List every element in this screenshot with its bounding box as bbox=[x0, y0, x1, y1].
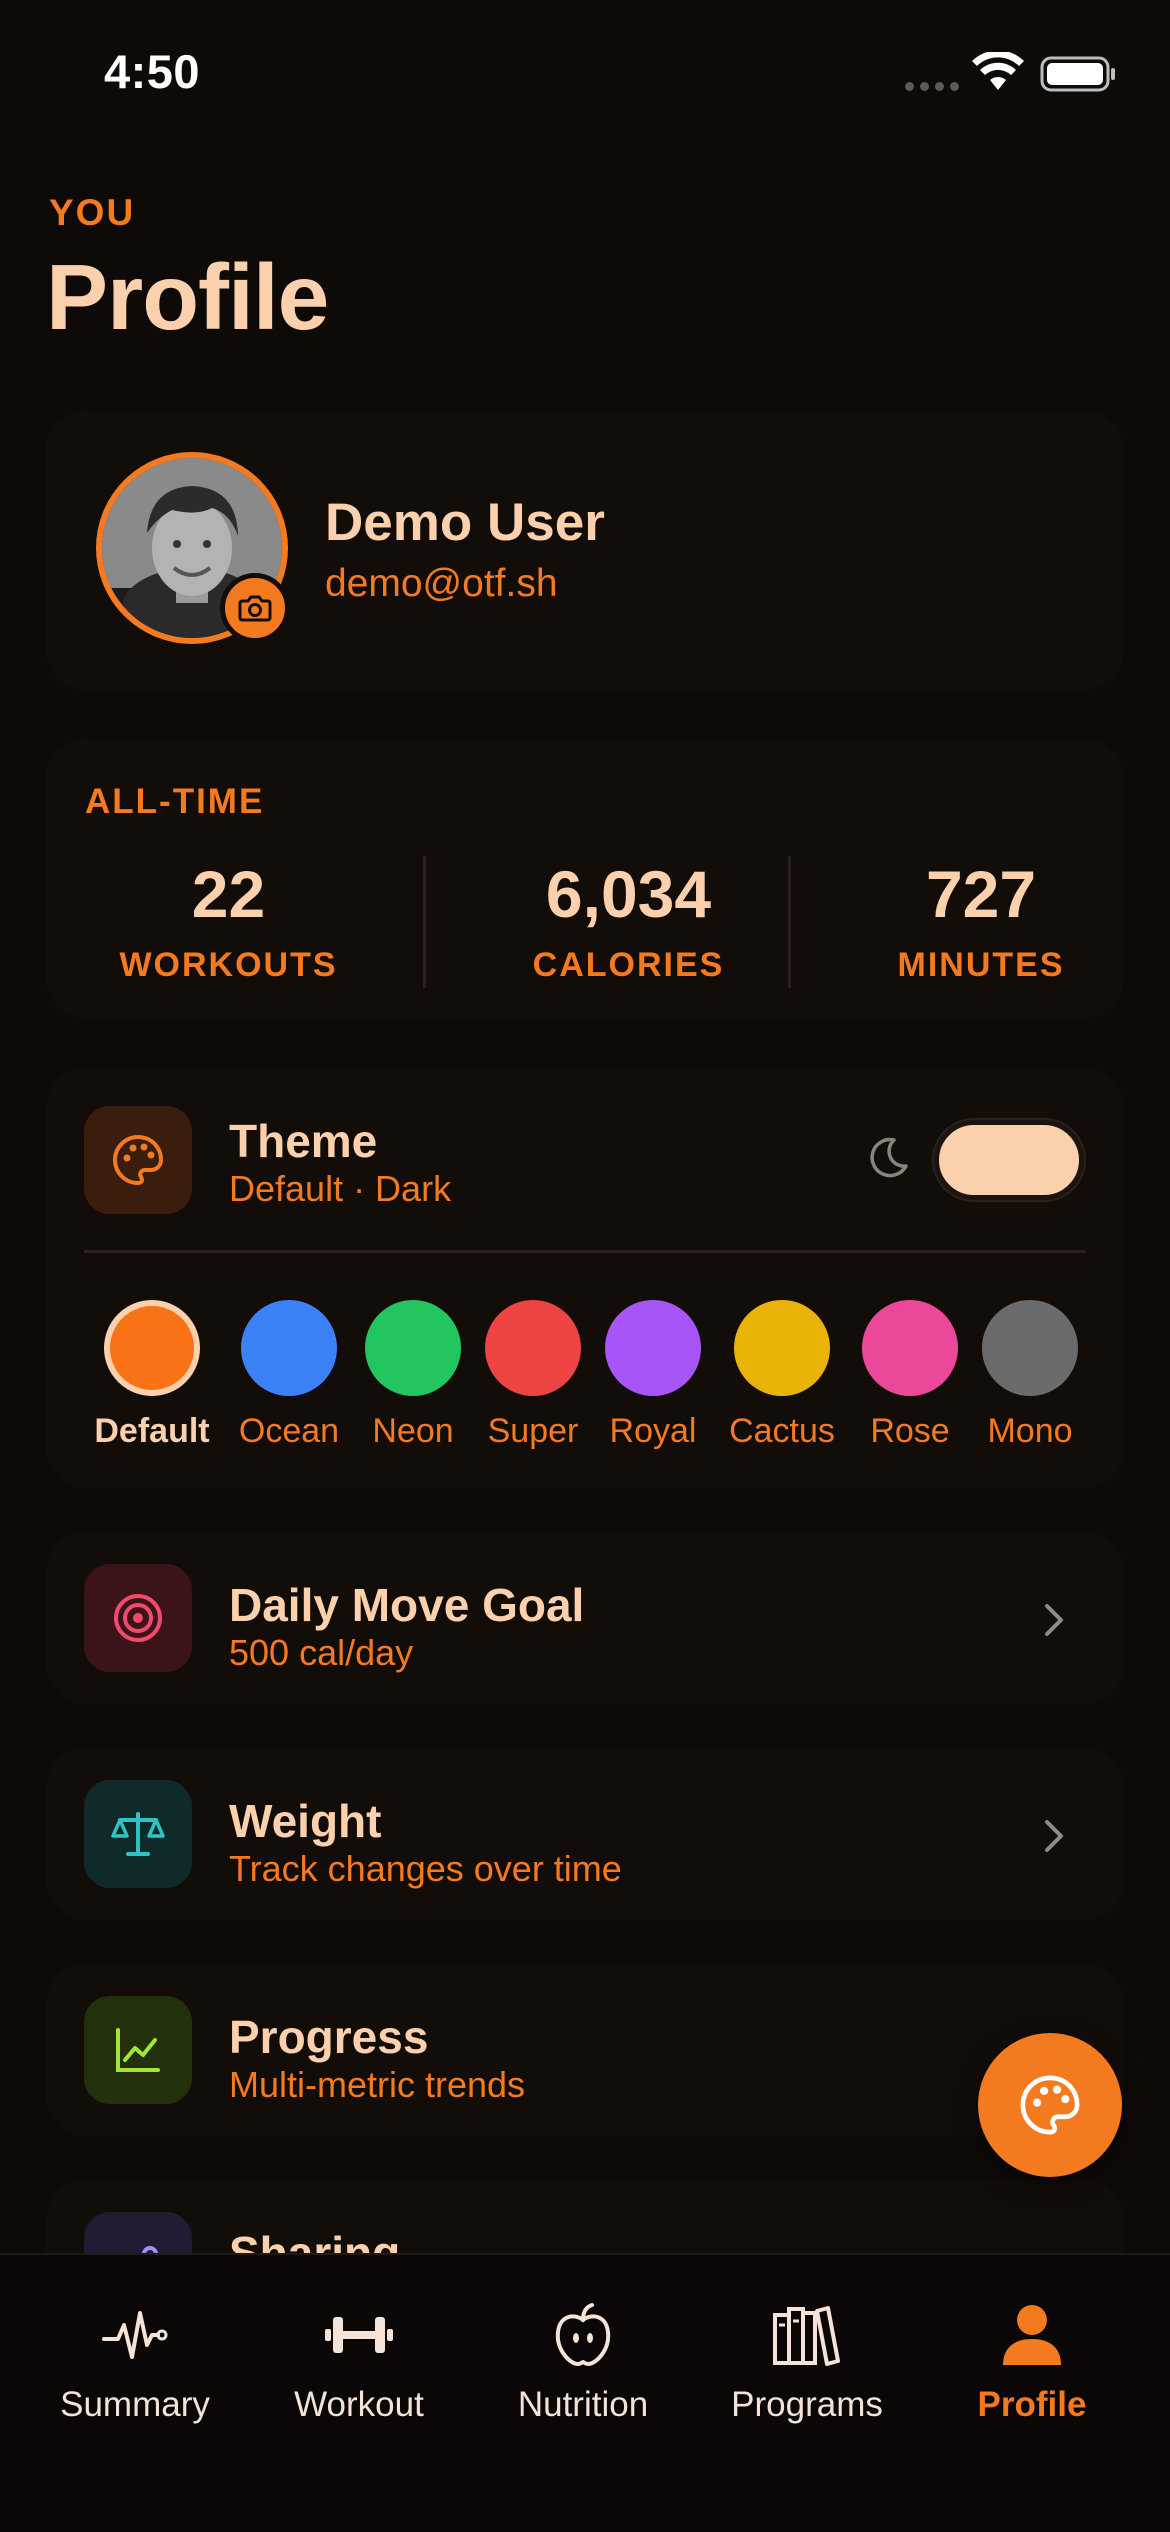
heartbeat-icon bbox=[102, 2311, 168, 2359]
stat-value: 22 bbox=[191, 857, 266, 931]
theme-swatch-label: Royal bbox=[609, 1412, 697, 1450]
theme-card: Theme Default · Dark Default Ocean Neon Sup… bbox=[46, 1068, 1124, 1488]
theme-swatch-neon[interactable] bbox=[365, 1300, 461, 1396]
scale-icon bbox=[111, 1812, 165, 1856]
battery-icon bbox=[1040, 56, 1115, 92]
stats-section-label: ALL-TIME bbox=[85, 782, 265, 821]
row-subtitle: 500 cal/day bbox=[229, 1632, 414, 1673]
theme-swatch-default[interactable] bbox=[104, 1300, 200, 1396]
theme-swatch-label: Cactus bbox=[729, 1412, 835, 1450]
divider bbox=[84, 1250, 1086, 1253]
stat-calories: 6,034 CALORIES bbox=[466, 856, 791, 985]
stat-value: 6,034 bbox=[545, 857, 712, 931]
page-eyebrow: YOU bbox=[49, 192, 136, 233]
palette-icon bbox=[113, 1134, 164, 1186]
theme-swatch-label: Default bbox=[94, 1412, 210, 1450]
theme-icon-tile bbox=[84, 1106, 192, 1214]
user-name: Demo User bbox=[325, 493, 605, 552]
theme-swatch-cactus[interactable] bbox=[734, 1300, 830, 1396]
tab-label: Summary bbox=[60, 2385, 210, 2424]
chart-icon bbox=[116, 2028, 160, 2072]
theme-swatch-label: Ocean bbox=[238, 1412, 340, 1450]
theme-swatch-label: Rose bbox=[870, 1412, 950, 1450]
progress-icon-tile bbox=[84, 1996, 192, 2104]
tab-summary[interactable]: Summary bbox=[25, 2295, 245, 2425]
tab-profile[interactable]: Profile bbox=[922, 2295, 1142, 2425]
row-title: Weight bbox=[229, 1795, 382, 1847]
daily-move-goal-row[interactable]: Daily Move Goal 500 cal/day bbox=[46, 1532, 1124, 1704]
target-icon bbox=[114, 1594, 162, 1642]
tab-label: Profile bbox=[977, 2385, 1087, 2424]
theme-swatch-super[interactable] bbox=[485, 1300, 581, 1396]
weight-icon-tile bbox=[84, 1780, 192, 1888]
progress-row[interactable]: Progress Multi-metric trends bbox=[46, 1964, 1124, 2136]
stat-divider bbox=[788, 856, 791, 988]
camera-icon bbox=[238, 595, 272, 622]
wifi-icon bbox=[972, 52, 1024, 90]
theme-swatch-mono[interactable] bbox=[982, 1300, 1078, 1396]
tab-label: Nutrition bbox=[517, 2385, 649, 2424]
tab-programs[interactable]: Programs bbox=[697, 2295, 917, 2425]
row-title: Daily Move Goal bbox=[229, 1579, 585, 1631]
chevron-right-icon bbox=[1045, 1604, 1063, 1636]
stat-workouts: 22 WORKOUTS bbox=[96, 856, 361, 985]
chevron-right-icon bbox=[1045, 1820, 1063, 1852]
profile-screen: 4:50 YOU Profile Demo User demo@otf.sh A… bbox=[0, 0, 1170, 2532]
theme-swatch-label: Super bbox=[487, 1412, 579, 1450]
row-subtitle: Track changes over time bbox=[229, 1848, 622, 1889]
theme-swatch-royal[interactable] bbox=[605, 1300, 701, 1396]
stat-label: CALORIES bbox=[532, 946, 725, 984]
tab-bar: Summary Workout Nutrition Programs Profi… bbox=[0, 2253, 1170, 2532]
dumbbell-icon bbox=[325, 2317, 393, 2353]
all-time-stats-card: ALL-TIME 22 WORKOUTS 6,034 CALORIES 727 … bbox=[46, 738, 1124, 1018]
stat-label: MINUTES bbox=[897, 946, 1065, 984]
change-photo-button[interactable] bbox=[220, 573, 290, 643]
theme-subtitle: Default · Dark bbox=[229, 1168, 452, 1209]
weight-row[interactable]: Weight Track changes over time bbox=[46, 1748, 1124, 1920]
books-icon bbox=[773, 2306, 840, 2366]
theme-swatch-rose[interactable] bbox=[862, 1300, 958, 1396]
theme-swatch-label: Mono bbox=[987, 1412, 1073, 1450]
stat-label: WORKOUTS bbox=[119, 946, 338, 984]
stat-value: 727 bbox=[925, 857, 1037, 931]
theme-swatch-ocean[interactable] bbox=[241, 1300, 337, 1396]
tab-label: Programs bbox=[731, 2385, 883, 2424]
tab-workout[interactable]: Workout bbox=[249, 2295, 469, 2425]
apple-icon bbox=[555, 2303, 611, 2367]
status-time: 4:50 bbox=[104, 45, 201, 98]
theme-fab-button[interactable] bbox=[978, 2033, 1122, 2177]
page-title: Profile bbox=[46, 245, 329, 349]
dark-mode-toggle[interactable] bbox=[934, 1120, 1084, 1200]
row-title: Progress bbox=[229, 2011, 429, 2063]
theme-swatch-label: Neon bbox=[372, 1412, 454, 1450]
palette-icon bbox=[1020, 2075, 1080, 2135]
profile-card[interactable]: Demo User demo@otf.sh bbox=[46, 410, 1124, 690]
goal-icon-tile bbox=[84, 1564, 192, 1672]
person-icon bbox=[1003, 2305, 1061, 2365]
tab-nutrition[interactable]: Nutrition bbox=[473, 2295, 693, 2425]
stat-minutes: 727 MINUTES bbox=[856, 856, 1106, 985]
signal-icon bbox=[905, 82, 959, 91]
tab-label: Workout bbox=[294, 2385, 424, 2424]
user-email: demo@otf.sh bbox=[325, 562, 558, 605]
stat-divider bbox=[423, 856, 426, 988]
moon-icon bbox=[870, 1137, 908, 1178]
theme-title: Theme bbox=[229, 1115, 378, 1167]
row-subtitle: Multi-metric trends bbox=[229, 2064, 526, 2105]
